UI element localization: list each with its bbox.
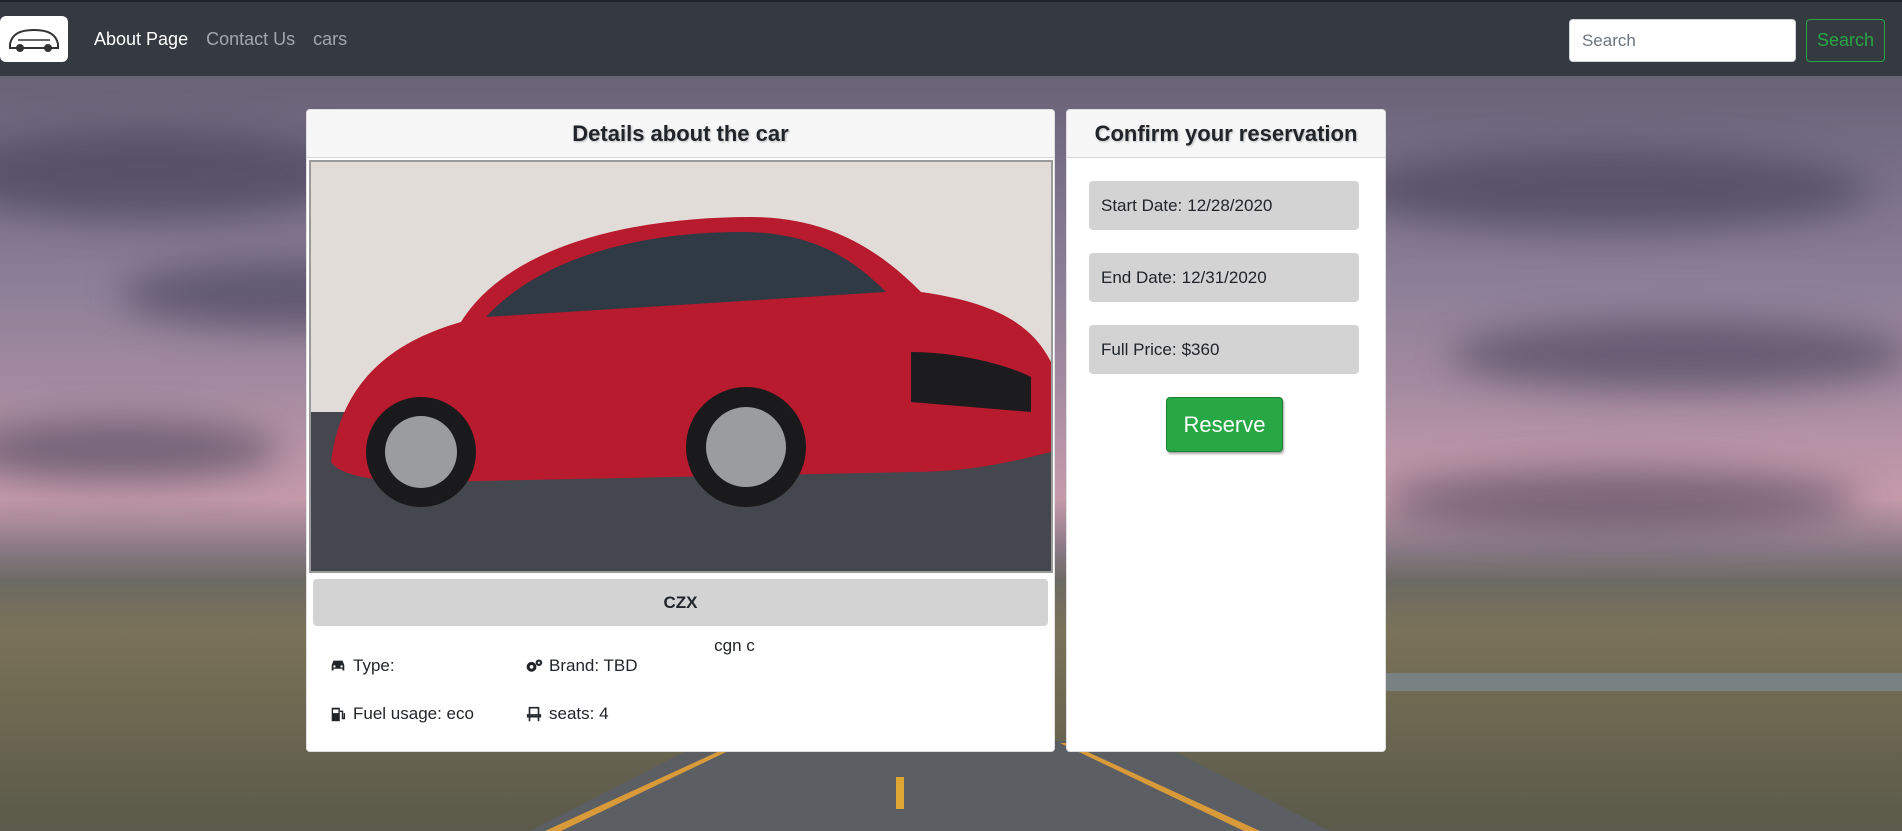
car-name: CZX bbox=[313, 579, 1048, 626]
spec-seats: seats: 4 bbox=[525, 704, 609, 724]
full-price-field: Full Price: $360 bbox=[1089, 325, 1359, 374]
seat-icon bbox=[526, 706, 542, 722]
car-description: cgn c bbox=[714, 636, 755, 655]
spec-seats-label: seats: 4 bbox=[549, 704, 609, 723]
nav-link-cars[interactable]: cars bbox=[313, 29, 347, 50]
start-date-value: 12/28/2020 bbox=[1187, 195, 1273, 215]
search-input[interactable] bbox=[1568, 19, 1796, 62]
car-details-card: Details about the car CZX cgn c Type: Br… bbox=[306, 109, 1055, 752]
spec-brand: Brand: TBD bbox=[525, 656, 638, 676]
spec-type: Type: bbox=[329, 656, 395, 676]
car-image bbox=[309, 160, 1053, 573]
start-date-label: Start Date: bbox=[1101, 195, 1183, 215]
spec-fuel: Fuel usage: eco bbox=[329, 704, 474, 724]
spec-fuel-label: Fuel usage: eco bbox=[353, 704, 474, 723]
nav-link-contact[interactable]: Contact Us bbox=[206, 29, 295, 50]
reserve-button[interactable]: Reserve bbox=[1166, 397, 1283, 452]
car-icon bbox=[331, 660, 345, 671]
spec-type-label: Type: bbox=[353, 656, 395, 675]
cogs-icon bbox=[526, 659, 543, 672]
search-form: Search bbox=[1568, 19, 1885, 62]
full-price-label: Full Price: bbox=[1101, 339, 1177, 359]
nav-link-about[interactable]: About Page bbox=[94, 29, 188, 50]
reservation-card: Confirm your reservation Start Date: 12/… bbox=[1066, 109, 1386, 752]
end-date-label: End Date: bbox=[1101, 267, 1177, 287]
car-logo-icon[interactable] bbox=[0, 16, 68, 62]
end-date-field: End Date: 12/31/2020 bbox=[1089, 253, 1359, 302]
details-title: Details about the car bbox=[307, 110, 1054, 158]
end-date-value: 12/31/2020 bbox=[1181, 267, 1267, 287]
spec-brand-label: Brand: TBD bbox=[549, 656, 638, 675]
gas-pump-icon bbox=[331, 707, 346, 722]
navbar: About Page Contact Us cars Search bbox=[0, 0, 1902, 76]
reservation-title: Confirm your reservation bbox=[1067, 110, 1385, 158]
search-button[interactable]: Search bbox=[1805, 19, 1885, 62]
full-price-value: $360 bbox=[1181, 339, 1220, 359]
start-date-field: Start Date: 12/28/2020 bbox=[1089, 181, 1359, 230]
